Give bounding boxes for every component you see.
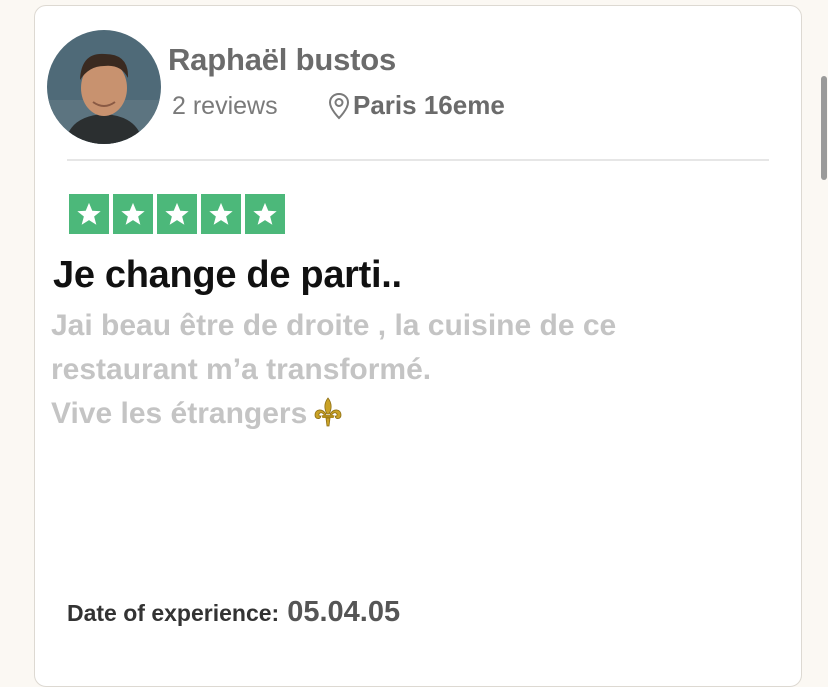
divider <box>67 159 769 161</box>
star-icon <box>245 194 285 234</box>
reviewer-location: Paris 16eme <box>327 90 505 121</box>
location-pin-icon <box>328 92 350 119</box>
star-rating <box>69 194 285 234</box>
review-title[interactable]: Je change de parti.. <box>53 254 402 297</box>
date-value: 05.04.05 <box>287 596 401 628</box>
star-icon <box>69 194 109 234</box>
review-body-line: Jai beau être de droite , la cuisine de … <box>51 309 617 342</box>
review-body: Jai beau être de droite , la cuisine de … <box>51 304 751 442</box>
star-icon <box>201 194 241 234</box>
location-text: Paris 16eme <box>353 90 505 120</box>
reviewer-name[interactable]: Raphaël bustos <box>168 42 396 78</box>
date-of-experience: Date of experience: 05.04.05 <box>67 596 400 629</box>
review-card: Raphaël bustos 2 reviews Paris 16eme Je … <box>34 5 802 687</box>
review-body-line: Vive les étrangers <box>51 392 751 442</box>
reviews-count: 2 reviews <box>172 92 278 120</box>
star-icon <box>113 194 153 234</box>
date-label: Date of experience: <box>67 600 280 626</box>
avatar[interactable] <box>47 30 161 144</box>
fleur-de-lis-emoji <box>311 395 345 442</box>
star-icon <box>157 194 197 234</box>
scrollbar[interactable] <box>821 76 827 180</box>
review-body-line: restaurant m’a transformé. <box>51 353 432 386</box>
